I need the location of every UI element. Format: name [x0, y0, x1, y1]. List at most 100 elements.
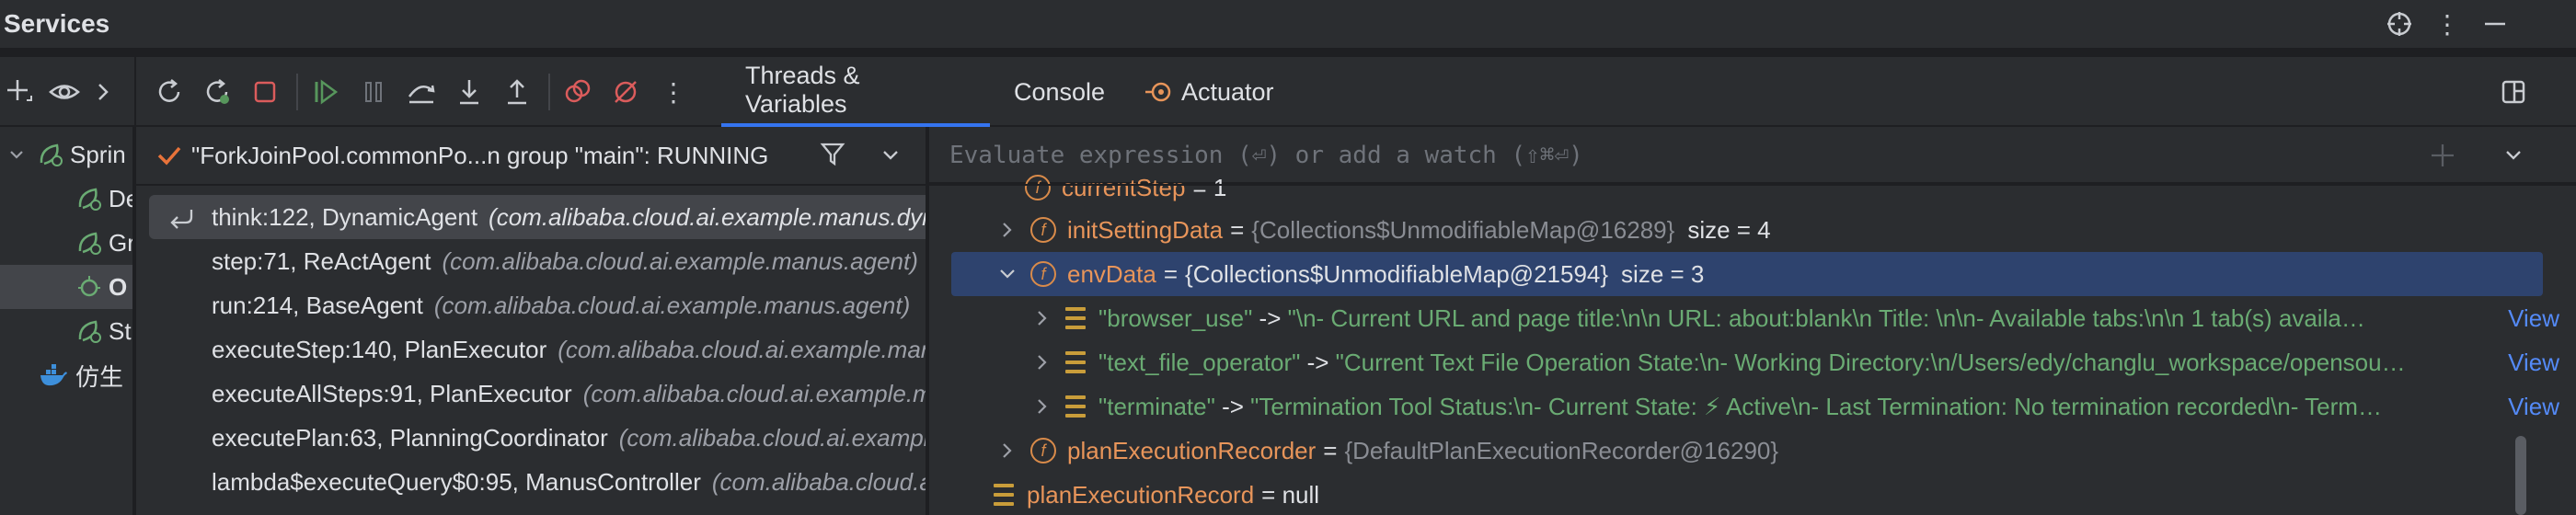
- field-icon: f: [1030, 438, 1056, 464]
- minimize-icon[interactable]: [2478, 7, 2512, 40]
- spring-debug-icon: [75, 273, 103, 301]
- variable-row-recorder[interactable]: f planExecutionRecorder = {DefaultPlanEx…: [929, 429, 2576, 473]
- frame-row[interactable]: step:71, ReActAgent (com.alibaba.cloud.a…: [149, 239, 926, 283]
- tree-item-label: Gr: [109, 228, 134, 257]
- step-into-icon[interactable]: [451, 74, 488, 110]
- entry-arrow: ->: [1300, 348, 1336, 376]
- more-options-icon[interactable]: ⋮: [655, 74, 692, 110]
- step-out-icon[interactable]: [499, 74, 535, 110]
- check-icon: [156, 143, 182, 167]
- frame-class: (com.alibaba.cloud.ai.example.manus.agen…: [442, 246, 918, 275]
- chevron-right-icon[interactable]: [1032, 309, 1052, 327]
- spring-run-icon: [75, 229, 103, 257]
- frame-class: (com.alibaba.cloud.ai.example.manus.dyna…: [489, 202, 926, 231]
- map-entry-row[interactable]: "terminate" -> "Termination Tool Status:…: [929, 384, 2576, 429]
- mute-breakpoints-icon[interactable]: [607, 74, 644, 110]
- add-service-icon[interactable]: [2, 74, 39, 110]
- entry-arrow: ->: [1252, 303, 1288, 332]
- crosshair-icon[interactable]: [2383, 7, 2416, 40]
- entry-value: "\n- Current URL and page title:\n\n URL…: [1287, 303, 2365, 332]
- map-entry-icon: [1065, 351, 1086, 373]
- frame-row[interactable]: lambda$executeQuery$0:95, ManusControlle…: [149, 460, 926, 504]
- map-entry-icon: [1065, 307, 1086, 329]
- equals-sign: =: [1163, 259, 1179, 288]
- more-vertical-icon[interactable]: ⋮: [2431, 7, 2464, 40]
- filter-icon[interactable]: [819, 140, 846, 167]
- entry-arrow: ->: [1214, 392, 1251, 420]
- local-variable-icon: [994, 484, 1014, 506]
- tree-item-label: Sprin: [70, 140, 126, 168]
- tree-item-app-selected[interactable]: O: [0, 265, 132, 309]
- rerun-icon[interactable]: [151, 74, 188, 110]
- tree-item-app[interactable]: St: [0, 309, 132, 353]
- layout-icon[interactable]: [2495, 74, 2532, 110]
- scrollbar[interactable]: [2515, 436, 2526, 515]
- actuator-icon: [1144, 81, 1172, 103]
- toolbar-divider: [134, 57, 136, 127]
- chevron-down-icon[interactable]: [2502, 143, 2524, 166]
- tree-item-docker[interactable]: 仿生: [0, 353, 132, 397]
- frame-method: executeStep:140, PlanExecutor: [212, 335, 547, 363]
- pause-icon[interactable]: [355, 74, 392, 110]
- chevron-right-icon[interactable]: [1032, 353, 1052, 372]
- tree-item-app[interactable]: Gr: [0, 221, 134, 265]
- debug-toolbar: ⋮ Threads & Variables Console Actuator: [0, 57, 2576, 127]
- view-link[interactable]: View: [2502, 392, 2559, 421]
- chevron-down-icon: [7, 145, 29, 164]
- thread-selector[interactable]: "ForkJoinPool.commonPo...n group "main":…: [136, 127, 926, 186]
- frame-row[interactable]: executePlan:63, PlanningCoordinator (com…: [149, 416, 926, 460]
- view-link[interactable]: View: [2502, 348, 2559, 377]
- field-icon: f: [1030, 261, 1056, 287]
- variable-row-record[interactable]: planExecutionRecord = null: [929, 473, 2576, 515]
- variable-name: planExecutionRecord: [1027, 480, 1255, 509]
- resume-icon[interactable]: [307, 74, 344, 110]
- variable-reference: {Collections$UnmodifiableMap@16289}: [1251, 215, 1675, 244]
- chevron-right-icon[interactable]: [997, 441, 1018, 460]
- docker-icon: [39, 362, 68, 388]
- frame-method: step:71, ReActAgent: [212, 246, 431, 275]
- chevron-down-icon[interactable]: [997, 266, 1018, 282]
- step-over-icon[interactable]: [403, 74, 440, 110]
- variable-size: size = 4: [1687, 215, 1771, 244]
- eye-icon[interactable]: [46, 74, 83, 110]
- chevron-down-icon[interactable]: [880, 143, 902, 166]
- variable-name: envData: [1067, 259, 1156, 288]
- tab-actuator[interactable]: Actuator: [1121, 57, 1305, 127]
- frames-panel: "ForkJoinPool.commonPo...n group "main":…: [136, 127, 927, 515]
- entry-key: "terminate": [1098, 392, 1215, 420]
- spring-run-icon: [75, 317, 103, 345]
- toolbar-divider: [296, 74, 298, 110]
- variable-row-init-setting-data[interactable]: f initSettingData = {Collections$Unmodif…: [929, 208, 2576, 252]
- variable-row-env-data[interactable]: f envData = {Collections$UnmodifiableMap…: [951, 252, 2543, 296]
- chevron-right-icon[interactable]: [1032, 397, 1052, 416]
- field-icon: f: [1030, 217, 1056, 243]
- frame-row[interactable]: executeStep:140, PlanExecutor (com.aliba…: [149, 327, 926, 372]
- tree-item-label: De: [109, 184, 132, 212]
- chevron-right-icon[interactable]: [85, 74, 121, 110]
- variable-value: = null: [1261, 480, 1320, 509]
- frame-method: lambda$executeQuery$0:95, ManusControlle…: [212, 467, 701, 496]
- rerun-failed-icon[interactable]: [199, 74, 236, 110]
- entry-value: "Current Text File Operation State:\n- W…: [1335, 348, 2406, 376]
- frame-row[interactable]: executeAllSteps:91, PlanExecutor (com.al…: [149, 372, 926, 416]
- frame-method: executePlan:63, PlanningCoordinator: [212, 423, 608, 452]
- variables-tree: f initSettingData = {Collections$Unmodif…: [929, 186, 2576, 515]
- frame-row-selected[interactable]: think:122, DynamicAgent (com.alibaba.clo…: [149, 195, 926, 239]
- tree-item-spring-boot[interactable]: Sprin: [0, 132, 132, 177]
- tab-threads-variables[interactable]: Threads & Variables: [721, 57, 990, 127]
- view-link[interactable]: View: [2502, 303, 2559, 333]
- panel-title: Services: [4, 9, 110, 38]
- stop-icon[interactable]: [247, 74, 283, 110]
- tab-console[interactable]: Console: [990, 57, 1121, 127]
- variable-size: size = 3: [1621, 259, 1705, 288]
- chevron-right-icon[interactable]: [997, 221, 1018, 239]
- map-entry-row[interactable]: "browser_use" -> "\n- Current URL and pa…: [929, 296, 2576, 340]
- frame-row[interactable]: run:214, BaseAgent (com.alibaba.cloud.ai…: [149, 283, 926, 327]
- tree-item-label: O: [109, 272, 128, 301]
- tree-item-label: 仿生: [75, 362, 124, 391]
- tree-item-app[interactable]: De: [0, 177, 132, 221]
- return-arrow-icon: [167, 204, 195, 230]
- view-breakpoints-icon[interactable]: [559, 74, 596, 110]
- thread-label: "ForkJoinPool.commonPo...n group "main":…: [191, 142, 769, 169]
- map-entry-row[interactable]: "text_file_operator" -> "Current Text Fi…: [929, 340, 2576, 384]
